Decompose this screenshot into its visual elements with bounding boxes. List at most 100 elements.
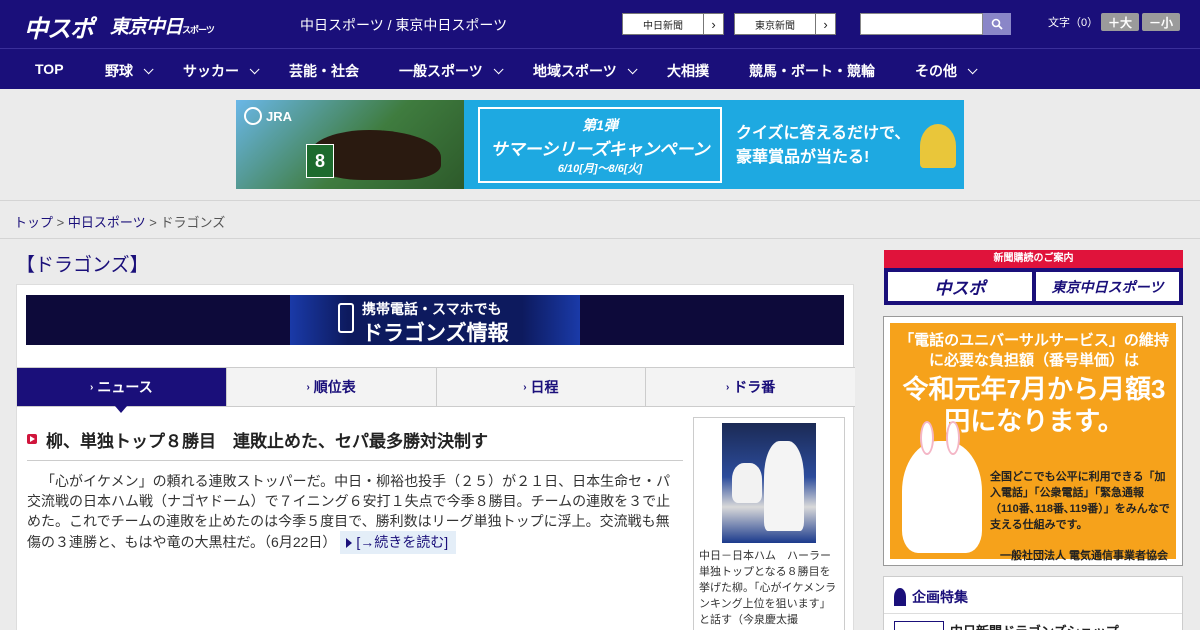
ad-description: 全国どこでも公平に利用できる「加入電話」「公衆電話」「緊急通報（110番､118…	[990, 471, 1170, 531]
tab-label: ドラ番	[733, 379, 776, 395]
tab-label: 順位表	[313, 379, 356, 395]
ad-main-text: 令和元年7月から月額3円になります。	[902, 374, 1166, 436]
chevron-right-icon: ›	[815, 14, 835, 34]
chevron-down-icon	[493, 63, 504, 74]
tokyo-shimbun-link[interactable]: 東京新聞 ›	[734, 13, 836, 35]
photo-caption: 中日－日本ハム ハーラー単独トップとなる８勝目を挙げた柳。「心がイケメンランキン…	[699, 550, 837, 626]
site-header: 中スポ 東京中日スポーツ 中日スポーツ / 東京中日スポーツ 中日新聞 › 東京…	[0, 0, 1200, 48]
tokyo-chunichi-logo-small: スポーツ	[182, 25, 215, 35]
campaign-dates: 6/10[月]～8/6[火]	[557, 163, 643, 175]
search-input[interactable]	[860, 13, 983, 35]
breadcrumb: トップ > 中日スポーツ > ドラゴンズ	[14, 212, 225, 231]
font-decrease-button[interactable]: －小	[1142, 13, 1180, 31]
feature-title: 企画特集	[912, 589, 968, 605]
ad-heading: 「電話のユニバーサルサービス」の維持に必要な負担額（番号単価）は	[899, 332, 1169, 369]
campaign-round: 第1弾	[582, 117, 618, 133]
tab-dora-ban[interactable]: › ドラ番	[646, 368, 855, 406]
main-nav: TOP 野球 サッカー 芸能・社会 一般スポーツ 地域スポーツ 大相撲 競馬・ボ…	[0, 48, 1200, 89]
chuspo-logo[interactable]: 中スポ	[24, 9, 94, 44]
breadcrumb-separator: >	[149, 215, 157, 230]
divider	[884, 613, 1182, 614]
mobile-dragons-banner-inner: 携帯電話・スマホでも ドラゴンズ情報	[290, 295, 580, 345]
subscribe-tokyo-chunichi-button[interactable]: 東京中日スポーツ	[1036, 272, 1179, 301]
quiz-line-1: クイズに答えるだけで、	[736, 125, 911, 142]
play-marker-icon	[27, 434, 37, 444]
chevron-right-icon: ›	[306, 381, 310, 393]
chevron-down-icon	[967, 63, 978, 74]
saddle-cloth-number: 8	[306, 144, 334, 178]
read-more-link[interactable]: [→続きを読む]	[340, 531, 457, 554]
nav-label: その他	[915, 63, 957, 79]
ribbon-icon	[894, 588, 906, 606]
feature-box: 企画特集 中日新聞ドラゴンズショップ	[883, 576, 1183, 630]
mobile-banner-line-2: ドラゴンズ情報	[362, 322, 509, 345]
search-button[interactable]	[983, 13, 1011, 35]
chevron-down-icon	[143, 63, 154, 74]
campaign-box: 第1弾 サマーシリーズキャンペーン 6/10[月]～8/6[火]	[478, 107, 722, 183]
breadcrumb-current: ドラゴンズ	[160, 215, 226, 230]
tab-news[interactable]: › ニュース	[17, 368, 227, 413]
tokyo-shimbun-label: 東京新聞	[755, 20, 795, 32]
campaign-title: サマーシリーズキャンペーン	[490, 140, 710, 159]
article-photo-box: 中日－日本ハム ハーラー単独トップとなる８勝目を挙げた柳。「心がイケメンランキン…	[693, 417, 845, 630]
page-title: 【ドラゴンズ】	[16, 255, 149, 276]
nav-item-sumo[interactable]: 大相撲	[667, 61, 709, 81]
nav-item-general-sports[interactable]: 一般スポーツ	[399, 61, 504, 81]
nav-item-top[interactable]: TOP	[35, 61, 64, 77]
nav-label: 一般スポーツ	[399, 63, 483, 79]
font-increase-button[interactable]: ＋大	[1101, 13, 1139, 31]
tab-label: ニュース	[97, 379, 153, 395]
chunichi-shimbun-label: 中日新聞	[643, 20, 683, 32]
read-more-label: [→続きを読む]	[356, 534, 449, 550]
subscription-box: 新聞購読のご案内 中スポ 東京中日スポーツ	[884, 250, 1183, 305]
universal-service-ad[interactable]: 「電話のユニバーサルサービス」の維持に必要な負担額（番号単価）は 令和元年7月か…	[883, 316, 1183, 566]
chunichi-shimbun-link[interactable]: 中日新聞 ›	[622, 13, 724, 35]
tab-schedule[interactable]: › 日程	[437, 368, 647, 406]
quiz-text: クイズに答えるだけで、 豪華賞品が当たる!	[736, 122, 910, 170]
subscribe-chuspo-button[interactable]: 中スポ	[888, 272, 1032, 301]
nav-item-baseball[interactable]: 野球	[105, 61, 154, 81]
nav-item-entertainment[interactable]: 芸能・社会	[289, 61, 359, 81]
nav-item-racing[interactable]: 競馬・ボート・競輪	[749, 61, 875, 81]
nav-label: 大相撲	[667, 63, 709, 79]
article-date: （6月22日）	[264, 534, 337, 550]
feature-header: 企画特集	[894, 587, 968, 607]
article-headline-text: 柳、単独トップ８勝目 連敗止めた、セパ最多勝対決制す	[46, 432, 488, 451]
search-icon	[991, 18, 1003, 30]
ad-background: 「電話のユニバーサルサービス」の維持に必要な負担額（番号単価）は 令和元年7月か…	[890, 323, 1176, 562]
nav-label: 芸能・社会	[289, 63, 359, 79]
nav-item-other[interactable]: その他	[915, 61, 978, 81]
tokyo-chunichi-logo-text: 東京中日	[110, 17, 183, 38]
nav-label: TOP	[35, 61, 64, 77]
triangle-right-icon	[346, 538, 353, 549]
ad-sponsor: 一般社団法人 電気通信事業者協会	[1000, 550, 1169, 562]
breadcrumb-link-top[interactable]: トップ	[14, 215, 53, 230]
breadcrumb-bar: トップ > 中日スポーツ > ドラゴンズ	[0, 200, 1200, 239]
smartphone-icon	[338, 303, 354, 333]
shop-thumbnail[interactable]	[894, 621, 944, 630]
tokyo-chunichi-logo[interactable]: 東京中日スポーツ	[110, 12, 215, 39]
nav-item-soccer[interactable]: サッカー	[183, 61, 260, 81]
horse-racing-photo: 8 JRA	[236, 100, 464, 189]
nav-label: 競馬・ボート・競輪	[749, 63, 875, 79]
mobile-banner-line-1: 携帯電話・スマホでも	[362, 301, 502, 317]
jra-ad-banner[interactable]: 8 JRA 第1弾 サマーシリーズキャンペーン 6/10[月]～8/6[火] ク…	[236, 100, 964, 189]
feature-item-dragons-shop[interactable]: 中日新聞ドラゴンズショップ	[950, 621, 1119, 630]
breadcrumb-link-chunichi-sports[interactable]: 中日スポーツ	[68, 215, 146, 230]
subscription-header: 新聞購読のご案内	[884, 250, 1183, 268]
nav-label: 地域スポーツ	[533, 63, 617, 79]
tab-standings[interactable]: › 順位表	[227, 368, 437, 406]
nav-item-local-sports[interactable]: 地域スポーツ	[533, 61, 638, 81]
dragons-tabs: › ニュース › 順位表 › 日程 › ドラ番	[17, 367, 855, 413]
article-photo[interactable]	[722, 423, 816, 543]
quiz-line-2: 豪華賞品が当たる!	[736, 149, 870, 166]
chevron-right-icon: ›	[703, 14, 723, 34]
font-size-label: 文字（0）	[1048, 17, 1099, 29]
jra-logo-mark	[244, 107, 262, 125]
article-headline[interactable]: 柳、単独トップ８勝目 連敗止めた、セパ最多勝対決制す	[27, 427, 683, 461]
mobile-dragons-banner[interactable]: 携帯電話・スマホでも ドラゴンズ情報	[26, 295, 844, 345]
main-content-card: 携帯電話・スマホでも ドラゴンズ情報 › ニュース › 順位表 › 日程 › ドラ番 柳…	[16, 284, 855, 630]
tab-label: 日程	[530, 379, 559, 395]
nav-label: サッカー	[183, 63, 239, 79]
article-body: 「心がイケメン」の頼れる連敗ストッパーだ。中日・柳裕也投手（２５）が２１日、日本…	[27, 471, 681, 554]
